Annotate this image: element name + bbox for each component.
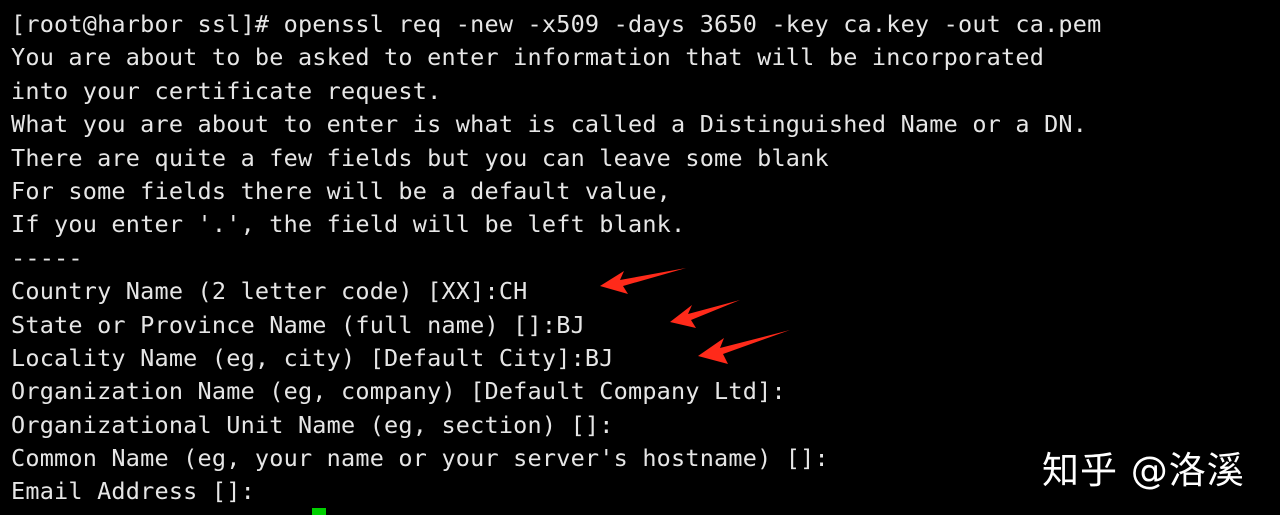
prompt-locality: Locality Name (eg, city) [Default City]:… (11, 343, 614, 372)
output-line: There are quite a few fields but you can… (11, 143, 829, 172)
command-line: [root@harbor ssl]# openssl req -new -x50… (11, 10, 1102, 38)
output-line: What you are about to enter is what is c… (11, 110, 1088, 139)
terminal-window[interactable]: [root@harbor ssl]# openssl req -new -x50… (0, 0, 1280, 515)
output-line: You are about to be asked to enter infor… (11, 43, 1045, 72)
terminal-cursor (312, 508, 326, 515)
prompt-organization: Organization Name (eg, company) [Default… (11, 377, 786, 406)
zhihu-watermark: 知乎 @洛溪 (1042, 449, 1245, 492)
terminal-output: [root@harbor ssl]# openssl req -new -x50… (11, 8, 1101, 509)
prompt-email: Email Address []: (11, 477, 255, 506)
output-line: into your certificate request. (11, 76, 442, 105)
prompt-common-name: Common Name (eg, your name or your serve… (11, 444, 829, 473)
prompt-country: Country Name (2 letter code) [XX]:CH (11, 277, 528, 306)
red-arrow-icon (698, 330, 790, 364)
red-arrow-icon (600, 268, 686, 294)
red-arrow-icon (670, 300, 740, 328)
output-line: For some fields there will be a default … (11, 176, 672, 205)
prompt-state: State or Province Name (full name) []:BJ (11, 310, 585, 339)
output-line: If you enter '.', the field will be left… (11, 210, 686, 239)
prompt-org-unit: Organizational Unit Name (eg, section) [… (11, 410, 614, 439)
separator-line: ----- (11, 243, 83, 272)
